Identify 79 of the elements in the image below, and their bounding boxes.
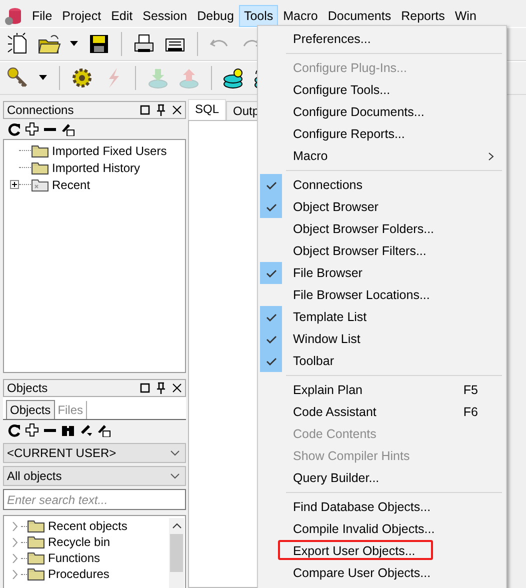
folder-icon (31, 160, 49, 174)
folder-icon (27, 519, 45, 533)
menu-item[interactable]: Edit (106, 4, 138, 26)
dropdown[interactable]: All objects (3, 466, 186, 486)
pen-icon[interactable] (79, 423, 93, 437)
chevron-right-icon[interactable] (12, 522, 19, 530)
menu-item[interactable]: Explain Plan F5 (258, 379, 506, 401)
menu-item[interactable]: Export User Objects... (258, 540, 506, 562)
refresh-icon[interactable] (7, 122, 21, 136)
menu-item[interactable]: Connections (258, 174, 506, 196)
menu-item[interactable]: Query Builder... (258, 467, 506, 489)
folder-icon[interactable] (37, 32, 61, 56)
chevron-right-icon[interactable] (12, 570, 19, 578)
menu-item[interactable]: Project (57, 4, 106, 26)
folder-icon (31, 144, 49, 158)
folder-icon (27, 535, 45, 549)
menu-item[interactable]: Debug (192, 4, 239, 26)
search-field[interactable]: Enter search text... (3, 489, 186, 510)
close-icon[interactable] (172, 383, 182, 393)
chevron-down-icon (170, 450, 180, 456)
gear-icon[interactable] (70, 66, 94, 90)
menu-item[interactable]: Reports (396, 4, 450, 26)
panel-title: Objects (7, 381, 49, 395)
tab[interactable]: Files (54, 401, 88, 419)
pin-icon[interactable] (156, 104, 166, 116)
menu-item[interactable]: Object Browser Filters... (258, 240, 506, 262)
scroll-thumb[interactable] (170, 534, 183, 572)
key-icon[interactable] (6, 66, 30, 90)
folder-icon (27, 551, 45, 565)
chevron-right-icon[interactable] (12, 554, 19, 562)
panel-title: Connections (7, 103, 75, 117)
menu-item[interactable]: Macro (258, 145, 506, 167)
menu-item[interactable]: Tools (238, 4, 278, 26)
tree-item[interactable]: Imported History (52, 160, 140, 174)
tree-item[interactable]: Imported Fixed Users (52, 144, 167, 158)
plus-icon[interactable] (25, 423, 39, 437)
menu-item[interactable]: File Browser Locations... (258, 284, 506, 306)
tab[interactable]: SQL (188, 99, 226, 121)
chevron-right-icon[interactable] (12, 538, 19, 546)
scrollbar[interactable] (169, 518, 184, 588)
menu-item[interactable]: Template List (258, 306, 506, 328)
pin-icon[interactable] (156, 382, 166, 394)
app-logo-icon (4, 6, 24, 26)
menu-item[interactable]: Toolbar (258, 350, 506, 372)
tree-item[interactable]: Recent objects (48, 519, 128, 533)
restore-icon[interactable] (140, 105, 150, 115)
pen-lock-icon[interactable] (61, 122, 75, 136)
menu-item[interactable]: Session (138, 4, 192, 26)
menu-item[interactable]: Find Database Objects... (258, 496, 506, 518)
menu-item[interactable]: File (27, 4, 58, 26)
tree-item[interactable]: Functions (48, 551, 100, 565)
menu-item[interactable]: Configure Reports... (258, 123, 506, 145)
menu-item[interactable]: Win (450, 4, 482, 26)
menu-item[interactable]: Macro (278, 4, 323, 26)
chevron-right-icon (488, 152, 494, 160)
tree-item[interactable]: Recent (52, 178, 90, 192)
menu-item[interactable]: Configure Tools... (258, 79, 506, 101)
menu-item[interactable]: Object Browser Folders... (258, 218, 506, 240)
menu-item[interactable]: File Browser (258, 262, 506, 284)
folder-icon (27, 567, 45, 581)
dropdown[interactable]: <CURRENT USER> (3, 443, 186, 463)
chevron-down-icon (170, 473, 180, 479)
pen-lock-icon[interactable] (97, 423, 111, 437)
restore-icon[interactable] (140, 383, 150, 393)
tree-item[interactable]: Recycle bin (48, 535, 110, 549)
menu-item[interactable]: Preferences... (258, 28, 506, 50)
tree-item[interactable]: Procedures (48, 567, 110, 581)
menu-item[interactable]: Window List (258, 328, 506, 350)
tab[interactable]: Objects (6, 400, 55, 419)
plus-icon[interactable] (25, 122, 39, 136)
menu-item[interactable]: Code Assistant F6 (258, 401, 506, 423)
close-icon[interactable] (172, 105, 182, 115)
refresh-icon[interactable] (7, 423, 21, 437)
menu-item[interactable]: Documents (322, 4, 396, 26)
menu-item[interactable]: Compile Invalid Objects... (258, 518, 506, 540)
menu-item[interactable]: Compare User Objects... (258, 562, 506, 584)
menu-item[interactable]: Object Browser (258, 196, 506, 218)
expand-icon[interactable] (10, 180, 19, 189)
folder-icon (31, 178, 49, 192)
